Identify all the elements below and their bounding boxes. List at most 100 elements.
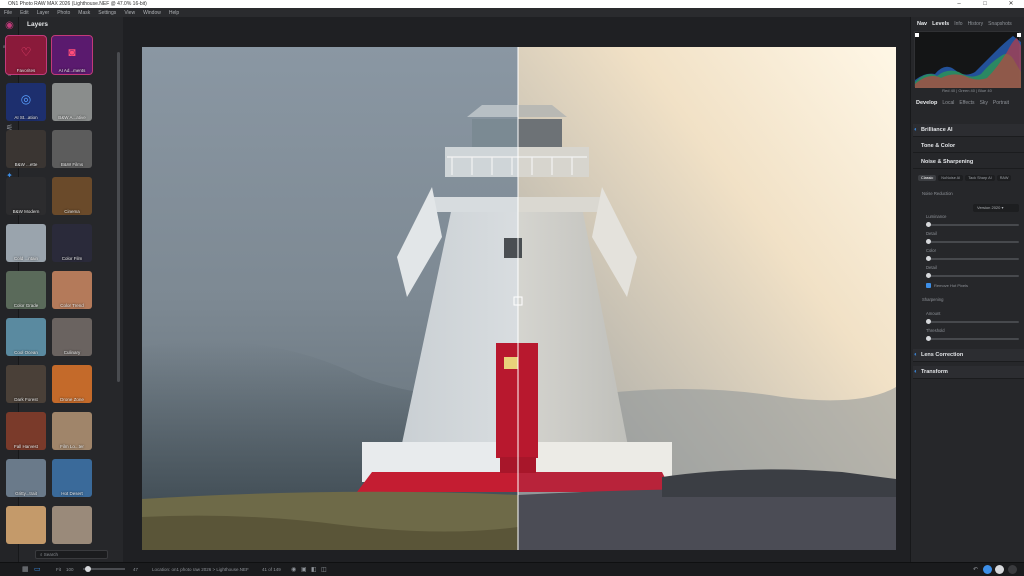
detail-label: Detail xyxy=(926,231,937,236)
eye-icon[interactable]: ◉ xyxy=(291,566,296,573)
tab-history[interactable]: History xyxy=(968,21,984,27)
slider-knob[interactable] xyxy=(926,273,931,278)
layers-header[interactable]: Layers xyxy=(19,17,123,33)
preset-tile[interactable] xyxy=(6,506,46,544)
mode-nonoise-ai[interactable]: NoNoise AI xyxy=(938,175,964,181)
tab-local[interactable]: Local xyxy=(942,100,954,106)
section-title: Lens Correction xyxy=(921,352,964,358)
section-brilliance-ai[interactable]: ◐ Brilliance AI xyxy=(913,124,1024,137)
menu-edit[interactable]: Edit xyxy=(20,10,29,16)
fit-label[interactable]: Fit xyxy=(56,567,61,572)
section-transform[interactable]: ◐ Transform xyxy=(913,366,1024,379)
zoom-slider[interactable] xyxy=(83,566,125,572)
slider-knob[interactable] xyxy=(926,222,931,227)
detail-slider[interactable] xyxy=(926,239,1019,244)
preset-tile[interactable]: ◙ AI Ad...ments xyxy=(51,35,93,75)
color-detail-slider[interactable] xyxy=(926,273,1019,278)
preset-tile[interactable]: ◎ AI St...ation xyxy=(6,83,46,121)
preset-tile[interactable] xyxy=(52,506,92,544)
luminance-slider[interactable] xyxy=(926,222,1019,227)
menu-mask[interactable]: Mask xyxy=(78,10,90,16)
version-dropdown[interactable]: Version 2020 ▾ xyxy=(973,204,1019,212)
tab-develop[interactable]: Develop xyxy=(916,100,937,106)
split-icon[interactable]: ◧ xyxy=(311,566,317,573)
amount-slider[interactable] xyxy=(926,319,1019,324)
section-tone-color[interactable]: Tone & Color xyxy=(913,140,1024,153)
preset-label: Cool Ocean xyxy=(14,350,38,355)
menu-photo[interactable]: Photo xyxy=(57,10,70,16)
preset-label: B&W ...ette xyxy=(14,162,38,167)
preset-label: Culinary xyxy=(63,350,81,355)
section-lens-correction[interactable]: ◐ Lens Correction xyxy=(913,349,1024,362)
maximize-button[interactable]: □ xyxy=(972,0,998,8)
tab-portrait[interactable]: Portrait xyxy=(993,100,1009,106)
tab-effects[interactable]: Effects xyxy=(959,100,974,106)
preset-tile[interactable]: Gritty...trait xyxy=(6,459,46,497)
preset-tile[interactable]: Hot Desert xyxy=(52,459,92,497)
tab-nav[interactable]: Nav xyxy=(917,21,927,27)
preset-tile[interactable]: Culinary xyxy=(52,318,92,356)
grid-view-icon[interactable]: ▦ xyxy=(22,565,29,573)
tab-levels[interactable]: Levels xyxy=(932,21,949,27)
export-icon[interactable] xyxy=(1008,565,1017,574)
mode-raw[interactable]: RAW xyxy=(996,175,1012,181)
slider-knob[interactable] xyxy=(926,319,931,324)
menu-settings[interactable]: Settings xyxy=(98,10,116,16)
menu-file[interactable]: File xyxy=(4,10,12,16)
section-noise-sharpening[interactable]: Noise & Sharpening xyxy=(913,156,1024,169)
tab-sky[interactable]: Sky xyxy=(980,100,988,106)
menu-bar: File Edit Layer Photo Mask Settings View… xyxy=(0,8,1024,17)
preset-search-input[interactable]: ⌕ Search xyxy=(35,550,108,559)
preset-tile[interactable]: Fall Harvest xyxy=(6,412,46,450)
slider-knob[interactable] xyxy=(926,336,931,341)
toggle-icon[interactable]: ◐ xyxy=(914,124,918,137)
tab-snapshots[interactable]: Snapshots xyxy=(988,21,1012,27)
preset-tile[interactable]: B&W Modern xyxy=(6,177,46,215)
preset-tile[interactable]: Color Film xyxy=(52,224,92,262)
apply-button[interactable] xyxy=(983,565,992,574)
photo-preview[interactable] xyxy=(142,47,896,550)
preset-tile[interactable]: Dark Forest xyxy=(6,365,46,403)
toggle-icon[interactable]: ◐ xyxy=(914,366,918,379)
threshold-slider[interactable] xyxy=(926,336,1019,341)
preset-tile[interactable]: B&W A...ative xyxy=(52,83,92,121)
preset-tile[interactable]: B&W ...ette xyxy=(6,130,46,168)
menu-window[interactable]: Window xyxy=(143,10,161,16)
preset-label: AI Ad...ments xyxy=(58,68,86,73)
histogram xyxy=(914,31,1021,88)
minimize-button[interactable]: – xyxy=(946,0,972,8)
slider-knob[interactable] xyxy=(926,239,931,244)
undo-icon[interactable]: ↶ xyxy=(973,566,978,573)
preset-tile[interactable]: Drone Zone xyxy=(52,365,92,403)
tab-info[interactable]: Info xyxy=(954,21,962,27)
menu-view[interactable]: View xyxy=(124,10,135,16)
close-button[interactable]: ✕ xyxy=(998,0,1024,8)
mode-classic[interactable]: Classic xyxy=(918,175,937,181)
preset-tile[interactable]: Film Lo...ter xyxy=(52,412,92,450)
amount-label: Amount xyxy=(926,311,941,316)
mask-view-icon[interactable]: ◫ xyxy=(321,566,327,573)
checkbox-label: Remove Hot Pixels xyxy=(934,283,969,288)
preset-label: Color Grade xyxy=(13,303,39,308)
preset-tile[interactable]: Color Grade xyxy=(6,271,46,309)
preset-tile[interactable]: B&W Films xyxy=(52,130,92,168)
preset-tile[interactable]: ♡ Favorites xyxy=(5,35,47,75)
preset-tile[interactable]: Cold ...ntain xyxy=(6,224,46,262)
mode-tack-sharp-ai[interactable]: Tack Sharp AI xyxy=(965,175,995,181)
color-slider[interactable] xyxy=(926,256,1019,261)
menu-help[interactable]: Help xyxy=(169,10,179,16)
single-view-icon[interactable]: ▭ xyxy=(34,565,41,573)
remove-hot-pixels-checkbox[interactable]: Remove Hot Pixels xyxy=(926,283,969,289)
preset-tile[interactable]: Cool Ocean xyxy=(6,318,46,356)
compare-icon[interactable]: ▣ xyxy=(301,566,307,573)
preset-tile[interactable]: Cinema xyxy=(52,177,92,215)
menu-layer[interactable]: Layer xyxy=(37,10,50,16)
toggle-icon[interactable]: ◐ xyxy=(914,349,918,362)
slider-knob[interactable] xyxy=(926,256,931,261)
zoom-knob[interactable] xyxy=(85,566,91,572)
preset-scrollbar[interactable] xyxy=(117,52,120,382)
cancel-icon[interactable] xyxy=(995,565,1004,574)
zoom-100-label[interactable]: 100 xyxy=(66,567,74,572)
preset-tile[interactable]: Color Trend xyxy=(52,271,92,309)
preset-label: Dark Forest xyxy=(14,397,38,402)
